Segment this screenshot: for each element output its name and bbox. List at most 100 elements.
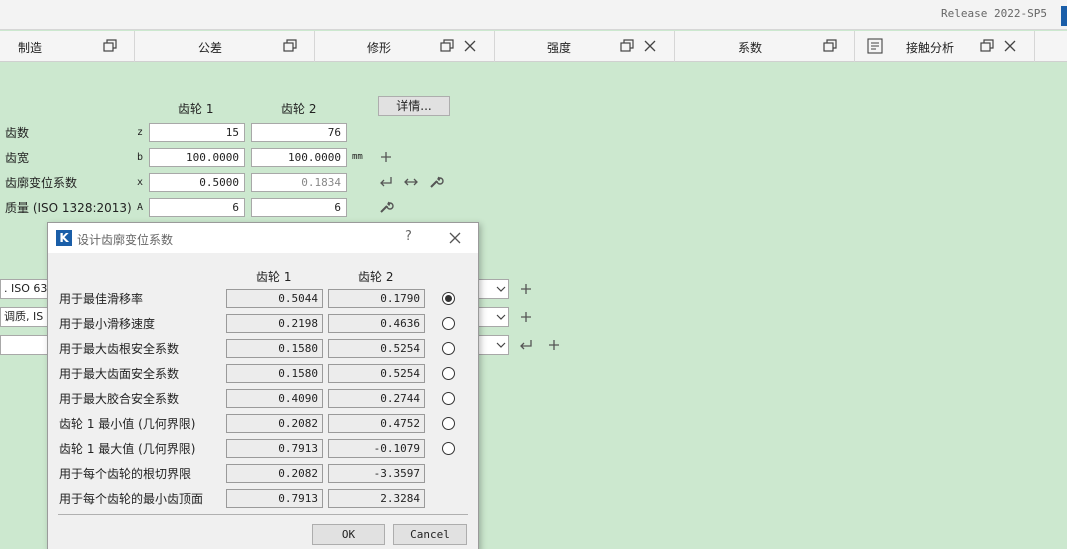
- dialog-title-bar[interactable]: K 设计齿廓变位系数 ?: [48, 223, 478, 253]
- option-gear2-value: -3.3597: [328, 464, 425, 483]
- option-label-max-scuffing-safety: 用于最大胶合安全系数: [59, 392, 180, 406]
- teeth-number-gear2-input[interactable]: 76: [251, 123, 347, 142]
- option-radio-max-root-safety[interactable]: [442, 342, 455, 355]
- chevron-down-icon[interactable]: [494, 280, 508, 298]
- restore-window-icon[interactable]: [620, 39, 634, 53]
- option-label-min-topland: 用于每个齿轮的最小齿顶面: [59, 492, 204, 506]
- kisssoft-logo: K: [56, 230, 72, 246]
- face-width-gear2-input[interactable]: 100.0000: [251, 148, 347, 167]
- close-icon[interactable]: [447, 230, 463, 246]
- option-gear2-value: 0.5254: [328, 339, 425, 358]
- tab-bar: 制造 公差 修形 强度 系数 接触分析: [0, 31, 1067, 62]
- quality-gear1-input[interactable]: 6: [149, 198, 245, 217]
- option-gear1-value: 0.7913: [226, 439, 323, 458]
- profile-shift-label: 齿廓变位系数: [5, 176, 78, 190]
- horizontal-arrows-icon[interactable]: [403, 174, 419, 190]
- app-logo-edge: [1061, 6, 1067, 26]
- column-header-gear1: 齿轮 1: [178, 102, 214, 116]
- tab-strength[interactable]: 强度: [495, 31, 675, 62]
- teeth-number-symbol: z: [137, 127, 144, 138]
- option-gear2-value: 2.3284: [328, 489, 425, 508]
- return-arrow-icon[interactable]: [518, 337, 534, 353]
- option-gear1-value: 0.4090: [226, 389, 323, 408]
- plus-icon[interactable]: [518, 281, 534, 297]
- option-label-gear1-min-geometric: 齿轮 1 最小值 (几何界限): [59, 417, 196, 431]
- option-gear1-value: 0.7913: [226, 489, 323, 508]
- restore-window-icon[interactable]: [103, 39, 117, 53]
- option-gear2-value: 0.4636: [328, 314, 425, 333]
- close-icon[interactable]: [463, 39, 477, 53]
- tab-modifications[interactable]: 修形: [315, 31, 495, 62]
- radio-selected-dot: [445, 295, 452, 302]
- release-label: Release 2022-SP5: [941, 7, 1047, 20]
- option-gear1-value: 0.2082: [226, 414, 323, 433]
- tab-manufacturing[interactable]: 制造: [0, 31, 135, 62]
- profile-shift-gear2-input[interactable]: 0.1834: [251, 173, 347, 192]
- option-radio-gear1-max-geometric[interactable]: [442, 442, 455, 455]
- option-gear2-value: 0.5254: [328, 364, 425, 383]
- restore-window-icon[interactable]: [980, 39, 994, 53]
- tab-label: 制造: [18, 41, 43, 55]
- close-icon[interactable]: [1003, 39, 1017, 53]
- quality-gear2-input[interactable]: 6: [251, 198, 347, 217]
- option-label-min-slide-velocity: 用于最小滑移速度: [59, 317, 156, 331]
- tab-label: 强度: [547, 41, 572, 55]
- tab-factors[interactable]: 系数: [675, 31, 855, 62]
- plus-icon[interactable]: [546, 337, 562, 353]
- quality-label: 质量 (ISO 1328:2013): [5, 201, 132, 215]
- option-gear2-value: 0.2744: [328, 389, 425, 408]
- tab-label: 修形: [367, 41, 392, 55]
- option-label-best-slide-ratio: 用于最佳滑移率: [59, 292, 144, 306]
- option-label-max-flank-safety: 用于最大齿面安全系数: [59, 367, 180, 381]
- option-gear1-value: 0.5044: [226, 289, 323, 308]
- dialog-title: 设计齿廓变位系数: [77, 233, 174, 247]
- tab-contact-analysis[interactable]: 接触分析: [855, 31, 1035, 62]
- restore-window-icon[interactable]: [823, 39, 837, 53]
- restore-window-icon[interactable]: [283, 39, 297, 53]
- wrench-icon[interactable]: [428, 174, 444, 190]
- option-label-undercut-limit: 用于每个齿轮的根切界限: [59, 467, 192, 481]
- wrench-icon[interactable]: [378, 199, 394, 215]
- face-width-symbol: b: [137, 152, 144, 163]
- cancel-button[interactable]: Cancel: [393, 524, 467, 545]
- option-gear2-value: -0.1079: [328, 439, 425, 458]
- dialog-column-gear2: 齿轮 2: [358, 270, 394, 284]
- tab-label: 公差: [198, 41, 223, 55]
- dialog-column-gear1: 齿轮 1: [256, 270, 292, 284]
- plus-icon[interactable]: [378, 149, 394, 165]
- profile-shift-gear1-input[interactable]: 0.5000: [149, 173, 245, 192]
- option-gear1-value: 0.2198: [226, 314, 323, 333]
- option-radio-best-slide-ratio[interactable]: [442, 292, 455, 305]
- option-label-max-root-safety: 用于最大齿根安全系数: [59, 342, 180, 356]
- option-gear1-value: 0.1580: [226, 364, 323, 383]
- profile-shift-symbol: x: [137, 177, 144, 188]
- chevron-down-icon[interactable]: [494, 308, 508, 326]
- dialog-separator: [58, 514, 468, 515]
- plus-icon[interactable]: [518, 309, 534, 325]
- face-width-unit: mm: [352, 152, 363, 162]
- option-label-gear1-max-geometric: 齿轮 1 最大值 (几何界限): [59, 442, 196, 456]
- close-icon[interactable]: [643, 39, 657, 53]
- option-radio-max-flank-safety[interactable]: [442, 367, 455, 380]
- teeth-number-gear1-input[interactable]: 15: [149, 123, 245, 142]
- face-width-gear1-input[interactable]: 100.0000: [149, 148, 245, 167]
- help-button[interactable]: ?: [405, 229, 412, 244]
- tab-tolerance[interactable]: 公差: [135, 31, 315, 62]
- select-value: . ISO 63: [4, 282, 48, 295]
- option-gear2-value: 0.4752: [328, 414, 425, 433]
- chevron-down-icon[interactable]: [494, 336, 508, 354]
- option-gear1-value: 0.2082: [226, 464, 323, 483]
- quality-symbol: A: [137, 202, 144, 213]
- return-arrow-icon[interactable]: [378, 174, 394, 190]
- column-header-gear2: 齿轮 2: [281, 102, 317, 116]
- tab-label: 接触分析: [906, 41, 955, 55]
- option-gear2-value: 0.1790: [328, 289, 425, 308]
- option-radio-min-slide-velocity[interactable]: [442, 317, 455, 330]
- restore-window-icon[interactable]: [440, 39, 454, 53]
- details-button[interactable]: 详情...: [378, 96, 450, 116]
- option-gear1-value: 0.1580: [226, 339, 323, 358]
- option-radio-max-scuffing-safety[interactable]: [442, 392, 455, 405]
- teeth-number-label: 齿数: [5, 126, 30, 140]
- option-radio-gear1-min-geometric[interactable]: [442, 417, 455, 430]
- ok-button[interactable]: OK: [312, 524, 385, 545]
